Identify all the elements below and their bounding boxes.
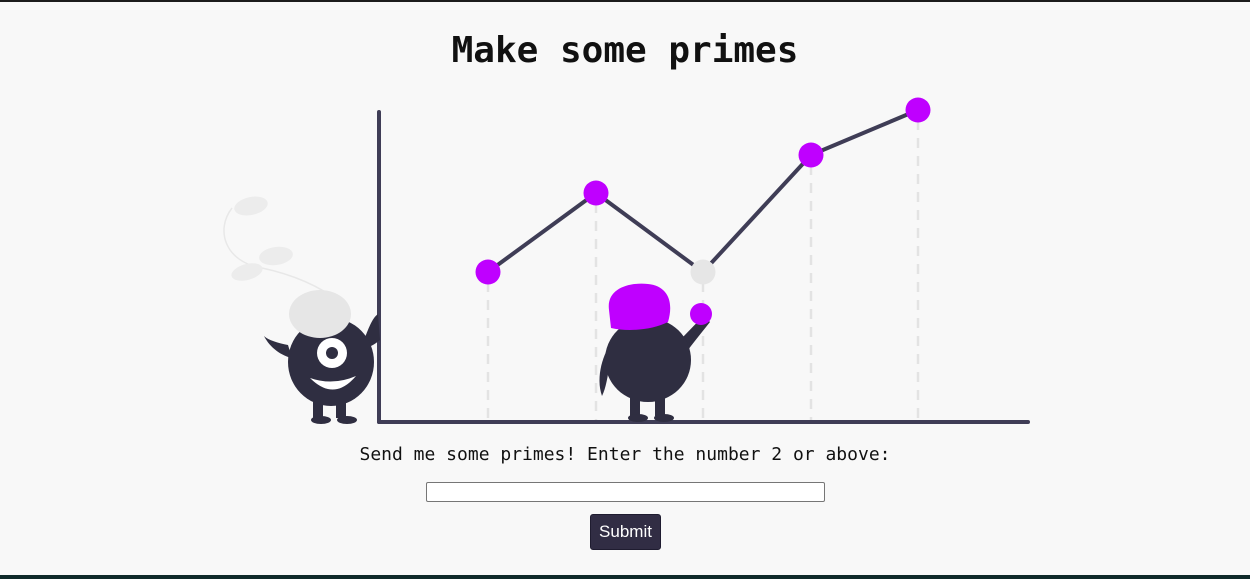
bottom-edge-strip bbox=[0, 575, 1250, 579]
graph-point-1 bbox=[475, 259, 501, 285]
decorative-plant bbox=[223, 196, 341, 303]
graph-point-2 bbox=[583, 180, 609, 206]
prime-number-input[interactable] bbox=[426, 482, 825, 502]
submit-button[interactable]: Submit bbox=[590, 514, 661, 550]
center-monster-character bbox=[599, 283, 712, 422]
instruction-text: Send me some primes! Enter the number 2 … bbox=[359, 444, 891, 465]
graph-point-5 bbox=[905, 97, 931, 123]
left-monster-character bbox=[264, 290, 380, 424]
graph-point-3-missing bbox=[690, 259, 716, 285]
graph-point-4 bbox=[798, 142, 824, 168]
trend-line bbox=[486, 108, 919, 274]
